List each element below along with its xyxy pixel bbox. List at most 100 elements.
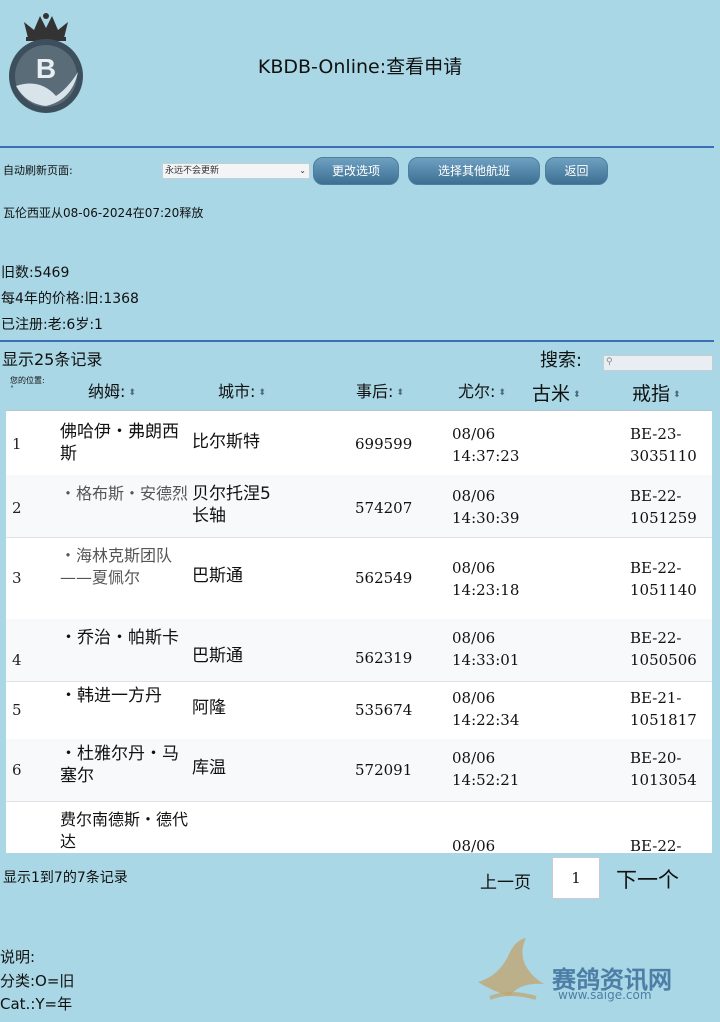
legend-cat: Cat.:Y=年 [0, 995, 73, 1013]
row-number: 3 [12, 569, 22, 587]
sort-icon: ˄ [10, 385, 14, 394]
column-header-gumi-label: 古米 [532, 383, 571, 405]
pigeon-icon [478, 938, 544, 1000]
ring-prefix: BE-23- [630, 425, 682, 443]
fancier-name: ・杜雅尔丹・马塞尔 [60, 744, 179, 786]
result-id: 562549 [355, 569, 413, 587]
sort-icon: ⬍ [396, 387, 404, 398]
column-header-yuer-label: 尤尔: [458, 382, 496, 401]
row-number: 2 [12, 499, 22, 517]
table-row[interactable]: 6 ・杜雅尔丹・马塞尔 库温 572091 08/06 14:52:21 BE-2… [6, 739, 712, 802]
ring-number: 3035110 [630, 447, 697, 465]
ring-number: 1013054 [630, 771, 697, 789]
result-id: 562319 [355, 649, 413, 667]
arrival-time: 14:33:01 [452, 651, 520, 669]
ring-prefix: BE-21- [630, 689, 682, 707]
auto-refresh-select[interactable]: 永远不会更新 ⌄ [162, 163, 310, 179]
previous-page-button[interactable]: 上一页 [480, 868, 531, 893]
result-id: 574207 [355, 499, 413, 517]
change-options-button[interactable]: 更改选项 [313, 157, 399, 185]
table-row[interactable]: 费尔南德斯・德代达 08/06 BE-22- [6, 801, 712, 853]
sort-icon: ⬍ [128, 387, 136, 398]
back-button[interactable]: 返回 [545, 157, 608, 185]
ring-number: 1051817 [630, 711, 697, 729]
legend-title: 说明: [0, 948, 36, 966]
legend-category: 分类:O=旧 [0, 972, 75, 990]
column-header-position-label: 您的位置: [10, 376, 45, 385]
results-table: 1 佛哈伊・弗朗西斯 比尔斯特 699599 08/06 14:37:23 BE-… [6, 410, 712, 853]
ring-prefix: BE-20- [630, 749, 682, 767]
search-icon: ⚲ [606, 357, 613, 367]
section-divider [0, 340, 714, 342]
search-input[interactable] [603, 355, 713, 371]
column-header-gumi[interactable]: 古米 ⬍ [532, 379, 581, 406]
arrival-time: 14:23:18 [452, 581, 520, 599]
page-title: KBDB-Online:查看申请 [257, 56, 463, 78]
watermark-url: www.saige.com [558, 988, 652, 1002]
header-divider [0, 146, 714, 148]
ring-number: 1050506 [630, 651, 697, 669]
city: 巴斯通 [192, 646, 243, 666]
arrival-date: 08/06 [452, 689, 496, 707]
records-info: 显示1到7的7条记录 [3, 870, 128, 886]
ring-number: 1051140 [630, 581, 697, 599]
arrival-time: 14:22:34 [452, 711, 520, 729]
column-header-name-label: 纳姆: [88, 382, 126, 401]
next-page-button[interactable]: 下一个 [616, 864, 679, 894]
city: 库温 [192, 758, 226, 778]
table-row[interactable]: 4 ・乔治・帕斯卡 巴斯通 562319 08/06 14:33:01 BE-22… [6, 619, 712, 682]
arrival-time: 14:37:23 [452, 447, 520, 465]
arrival-date: 08/06 [452, 629, 496, 647]
city: 贝尔托涅5长轴 [192, 484, 271, 526]
table-row[interactable]: 2 ・格布斯・安德烈 贝尔托涅5长轴 574207 08/06 14:30:39 … [6, 475, 712, 538]
release-info: 瓦伦西亚从08-06-2024在07:20释放 [3, 206, 204, 220]
row-number: 4 [12, 651, 22, 669]
sort-icon: ⬍ [498, 387, 506, 398]
auto-refresh-label: 自动刷新页面: [3, 164, 73, 177]
arrival-time: 14:52:21 [452, 771, 520, 789]
result-id: 699599 [355, 435, 413, 453]
ring-number: 1051259 [630, 509, 697, 527]
registered-info: 已注册:老:6岁:1 [1, 317, 103, 333]
ring-prefix: BE-22- [630, 559, 682, 577]
sort-icon: ⬍ [573, 389, 581, 400]
arrival-time: 14:30:39 [452, 509, 520, 527]
ring-prefix: BE-22- [630, 629, 682, 647]
column-header-after[interactable]: 事后: ⬍ [356, 378, 404, 402]
arrival-date: 08/06 [452, 425, 496, 443]
column-header-yuer[interactable]: 尤尔: ⬍ [458, 378, 506, 402]
watermark: 赛鸽资讯网 www.saige.com [470, 932, 680, 1012]
row-number: 5 [12, 701, 22, 719]
fancier-name: ・格布斯・安德烈 [60, 484, 189, 503]
search-label: 搜索: [540, 350, 583, 371]
result-id: 535674 [355, 701, 413, 719]
row-number: 1 [12, 435, 22, 453]
column-header-ring-label: 戒指 [632, 383, 671, 405]
old-count: 旧数:5469 [1, 265, 70, 281]
ring-prefix: BE-22- [630, 837, 682, 853]
price-info: 每4年的价格:旧:1368 [1, 291, 139, 307]
sort-icon: ⬍ [673, 389, 681, 400]
fancier-name: 费尔南德斯・德代达 [60, 810, 189, 851]
fancier-name: ・乔治・帕斯卡 [60, 628, 179, 648]
column-header-city[interactable]: 城市: ⬍ [218, 378, 266, 402]
column-header-position[interactable]: 您的位置: ˄ [10, 376, 45, 394]
auto-refresh-value: 永远不会更新 [165, 166, 220, 176]
arrival-date: 08/06 [452, 487, 496, 505]
ring-prefix: BE-22- [630, 487, 682, 505]
city: 巴斯通 [192, 566, 243, 586]
arrival-date: 08/06 [452, 749, 496, 767]
table-row[interactable]: 3 ・海林克斯团队——夏佩尔 巴斯通 562549 08/06 14:23:18 … [6, 537, 712, 620]
fancier-name: ・海林克斯团队——夏佩尔 [60, 546, 173, 587]
arrival-date: 08/06 [452, 837, 496, 853]
column-header-name[interactable]: 纳姆: ⬍ [88, 378, 136, 402]
fancier-name: ・韩进一方丹 [60, 686, 162, 706]
column-header-after-label: 事后: [356, 382, 394, 401]
city: 比尔斯特 [192, 432, 260, 452]
select-flight-button[interactable]: 选择其他航班 [408, 157, 540, 185]
page-number-button[interactable]: 1 [552, 857, 600, 899]
records-per-page[interactable]: 显示25条记录 [2, 346, 102, 370]
column-header-ring[interactable]: 戒指 ⬍ [632, 379, 681, 406]
table-row[interactable]: 5 ・韩进一方丹 阿隆 535674 08/06 14:22:34 BE-21- 1… [6, 681, 712, 740]
table-row[interactable]: 1 佛哈伊・弗朗西斯 比尔斯特 699599 08/06 14:37:23 BE-… [6, 411, 712, 476]
